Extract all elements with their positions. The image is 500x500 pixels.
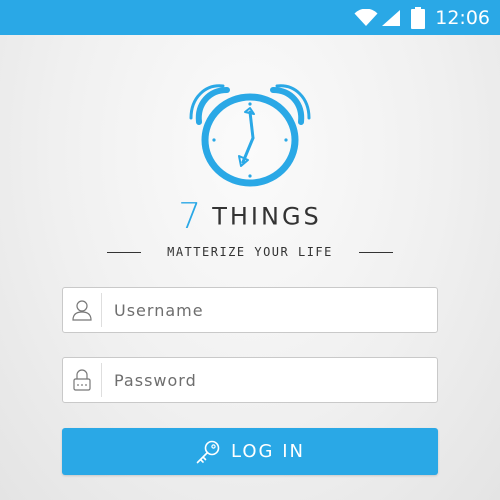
password-field[interactable] [62, 357, 438, 403]
battery-icon [411, 6, 426, 29]
tagline-row: MATTERIZE YOUR LIFE [0, 242, 500, 262]
brand-word: THINGS [212, 202, 322, 231]
username-field[interactable] [62, 287, 438, 333]
cell-signal-icon [382, 9, 401, 26]
tagline-divider-right [358, 251, 393, 253]
status-bar: 12:06 [0, 0, 500, 35]
user-icon [72, 300, 92, 321]
brand-name: 7 THINGS [0, 196, 500, 237]
tagline-divider-left [107, 251, 142, 253]
alarm-clock-icon [189, 84, 311, 187]
key-icon [196, 440, 220, 463]
app-logo [185, 82, 315, 192]
password-icon-box [63, 363, 102, 397]
wifi-icon [354, 8, 378, 26]
username-input[interactable] [102, 287, 437, 333]
status-time: 12:06 [435, 6, 490, 29]
password-input[interactable] [102, 357, 437, 403]
brand-number: 7 [178, 196, 205, 237]
login-label: LOG IN [231, 441, 305, 462]
login-button[interactable]: LOG IN [62, 428, 438, 475]
tagline: MATTERIZE YOUR LIFE [167, 245, 333, 259]
username-icon-box [63, 293, 102, 327]
lock-icon [73, 369, 91, 391]
